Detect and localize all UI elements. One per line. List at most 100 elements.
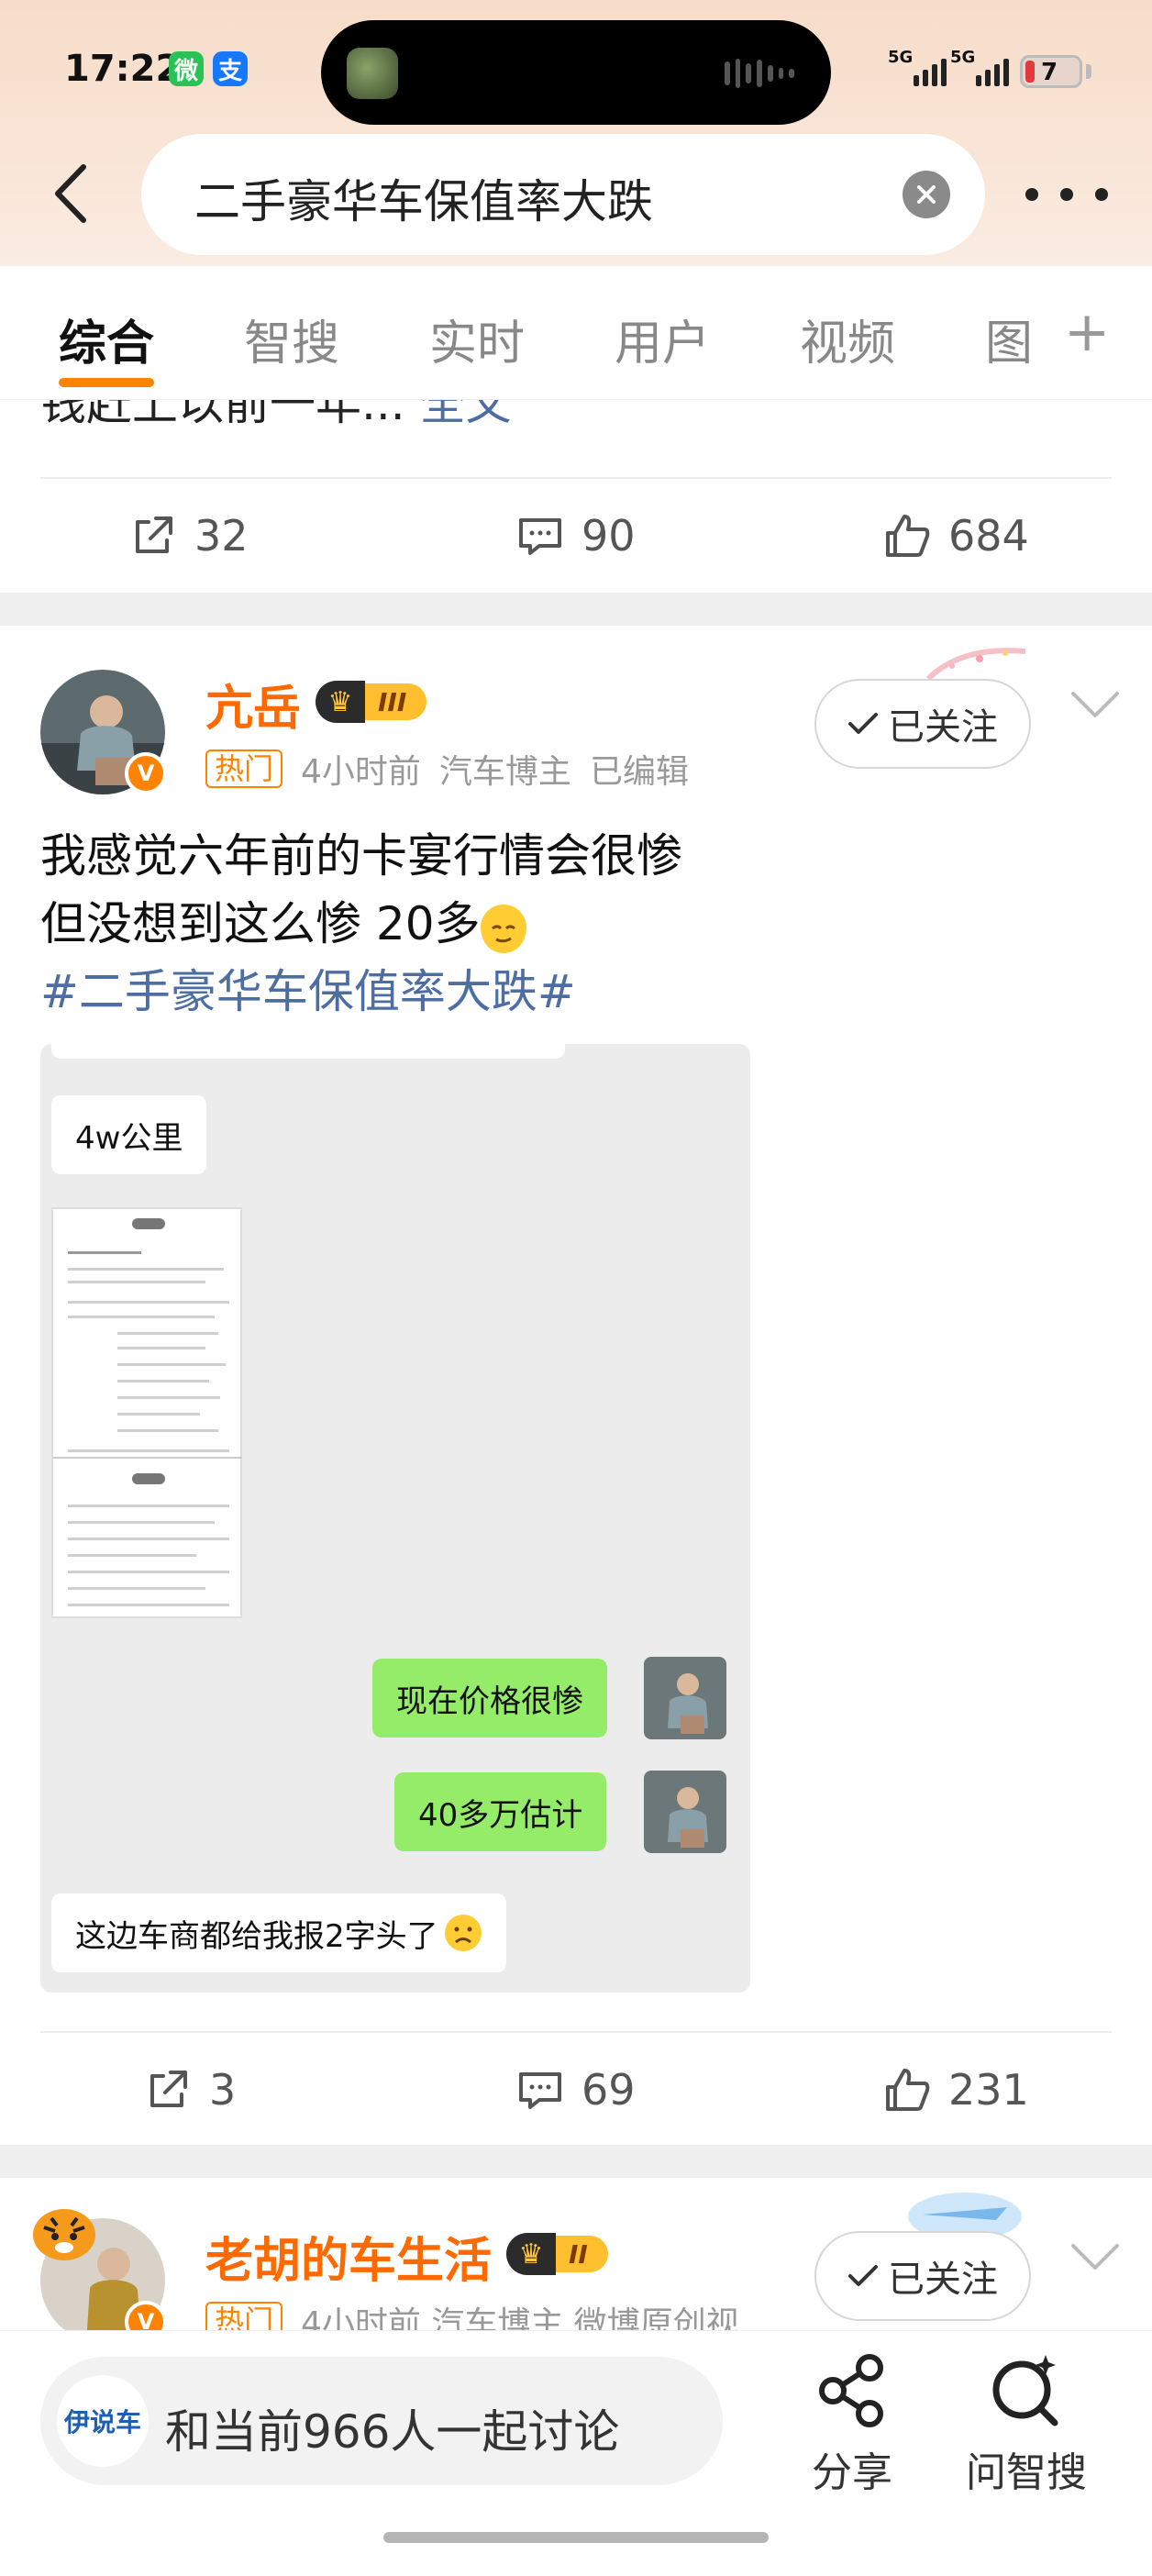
document-thumbnail — [51, 1207, 242, 1618]
discussion-logo: 伊说车 — [57, 2375, 149, 2467]
signal-icon-2: 5G — [950, 48, 1009, 86]
join-discussion-button[interactable]: 伊说车 和当前966人一起讨论 — [40, 2357, 723, 2485]
smart-search-icon — [992, 2355, 1058, 2426]
chevron-down-icon[interactable] — [1068, 2238, 1123, 2275]
tab-bar: 综合 智搜 实时 用户 视频 图 + — [0, 266, 1152, 400]
username[interactable]: 亢岳 — [205, 670, 301, 738]
status-bar: 17:22 微 支 5G 5G 7 — [0, 0, 1152, 138]
divider — [40, 2031, 1112, 2033]
repost-icon — [150, 2071, 187, 2107]
follow-button[interactable]: 已关注 — [814, 2231, 1031, 2321]
comment-count: 90 — [582, 511, 636, 561]
dizzy-emoji-icon — [480, 904, 526, 953]
signal-icon: 5G — [888, 48, 947, 86]
vip-badge[interactable]: ♛ III — [316, 681, 427, 723]
post-image[interactable]: 4w公里 现在价格很惨 40多万估计 这边车商都给我报2字头了 — [40, 1044, 750, 1993]
comment-icon — [519, 2072, 561, 2109]
edited-label: 已编辑 — [589, 753, 689, 791]
divider — [40, 477, 1112, 479]
hot-tag: 热门 — [205, 749, 283, 788]
tab-users[interactable]: 用户 — [615, 305, 710, 373]
add-tab-icon[interactable]: + — [1064, 305, 1110, 360]
home-indicator[interactable] — [383, 2532, 769, 2543]
previous-post-text: 钱赶上以前一年... — [40, 400, 405, 430]
like-button[interactable]: 684 — [882, 508, 1029, 563]
comment-icon — [519, 518, 561, 555]
chevron-down-icon[interactable] — [1068, 686, 1123, 723]
post-actions: 3 69 231 — [0, 2035, 1152, 2145]
comment-button[interactable]: 69 — [515, 2062, 636, 2117]
tab-smart-search[interactable]: 智搜 — [244, 305, 339, 373]
music-cover-icon — [347, 48, 398, 99]
repost-count: 3 — [209, 2065, 237, 2115]
search-query: 二手豪华车保值率大跌 — [194, 175, 653, 228]
post-text-line: 我感觉六年前的卡宴行情会很惨 — [40, 829, 682, 883]
more-dot-icon — [1025, 188, 1038, 201]
repost-icon — [136, 516, 172, 553]
like-button[interactable]: 231 — [882, 2062, 1029, 2117]
tab-videos[interactable]: 视频 — [800, 305, 895, 373]
like-count: 684 — [948, 511, 1029, 561]
post-separator — [0, 593, 1152, 626]
full-text-link[interactable]: 全文 — [420, 400, 512, 430]
crown-icon: ♛ — [316, 681, 365, 723]
ask-label: 问智搜 — [966, 2449, 1087, 2496]
post-text: 我感觉六年前的卡宴行情会很惨 但没想到这么惨 20多 #二手豪华车保值率大跌# — [40, 822, 1104, 1026]
tab-images[interactable]: 图 — [985, 305, 1033, 373]
sad-emoji-icon — [444, 1915, 482, 1951]
chat-message: 40多万估计 — [394, 1772, 607, 1851]
search-input[interactable]: 二手豪华车保值率大跌 — [141, 134, 985, 255]
alipay-icon: 支 — [213, 51, 248, 86]
repost-count: 32 — [194, 511, 249, 561]
verified-badge-icon: V — [125, 752, 167, 794]
vip-level: III — [365, 683, 427, 720]
author-category: 汽车博主 — [438, 753, 571, 791]
battery-icon: 7 — [1020, 55, 1082, 88]
battery-level: 7 — [1041, 59, 1058, 86]
tiger-pendant-icon — [33, 2209, 95, 2260]
ask-smart-search-button[interactable]: 问智搜 — [958, 2349, 1095, 2498]
tab-comprehensive[interactable]: 综合 — [59, 305, 154, 373]
active-tab-indicator — [59, 378, 154, 387]
vip-level: II — [556, 2236, 608, 2272]
audio-wave-icon — [725, 59, 795, 88]
follow-button[interactable]: 已关注 — [814, 679, 1031, 769]
check-icon — [848, 2265, 878, 2286]
check-icon — [848, 713, 878, 734]
chat-avatar — [644, 1657, 726, 1739]
thumbs-up-icon — [886, 515, 930, 557]
chat-message: 4w公里 — [51, 1095, 207, 1174]
discussion-text: 和当前966人一起讨论 — [165, 2405, 620, 2459]
username[interactable]: 老胡的车生活 — [205, 2222, 492, 2291]
hashtag-link[interactable]: #二手豪华车保值率大跌# — [40, 958, 1104, 1026]
comment-button[interactable]: 90 — [515, 508, 636, 563]
comment-count: 69 — [582, 2065, 636, 2115]
back-button[interactable] — [48, 161, 94, 226]
confetti-icon — [925, 648, 1026, 682]
more-options-button[interactable] — [1025, 182, 1108, 207]
clear-search-button[interactable] — [903, 171, 950, 218]
share-icon — [819, 2354, 883, 2427]
previous-post-actions: 32 90 684 — [0, 481, 1152, 591]
post-meta: 热门 4小时前 汽车博主 已编辑 — [205, 745, 689, 793]
post-time: 4小时前 — [301, 753, 421, 791]
close-icon — [917, 185, 936, 204]
chat-message: 现在价格很惨 — [372, 1659, 607, 1738]
dynamic-island[interactable] — [321, 20, 831, 125]
share-label: 分享 — [812, 2449, 892, 2496]
vip-badge[interactable]: ♛ II — [506, 2233, 608, 2275]
repost-button[interactable]: 32 — [128, 508, 249, 563]
thumbs-up-icon — [886, 2069, 930, 2111]
chat-message: 这边车商都给我报2字头了 — [51, 1893, 506, 1972]
status-time: 17:22 — [64, 48, 182, 90]
chevron-left-icon — [55, 164, 86, 223]
tab-realtime[interactable]: 实时 — [429, 305, 525, 373]
repost-button[interactable]: 3 — [143, 2062, 236, 2117]
chat-avatar — [644, 1771, 726, 1853]
like-count: 231 — [948, 2065, 1029, 2115]
share-button[interactable]: 分享 — [783, 2349, 921, 2498]
wechat-icon: 微 — [169, 51, 204, 86]
crown-icon: ♛ — [506, 2233, 556, 2275]
post-text-line: 但没想到这么惨 20多 — [40, 897, 481, 950]
post-separator — [0, 2145, 1152, 2178]
